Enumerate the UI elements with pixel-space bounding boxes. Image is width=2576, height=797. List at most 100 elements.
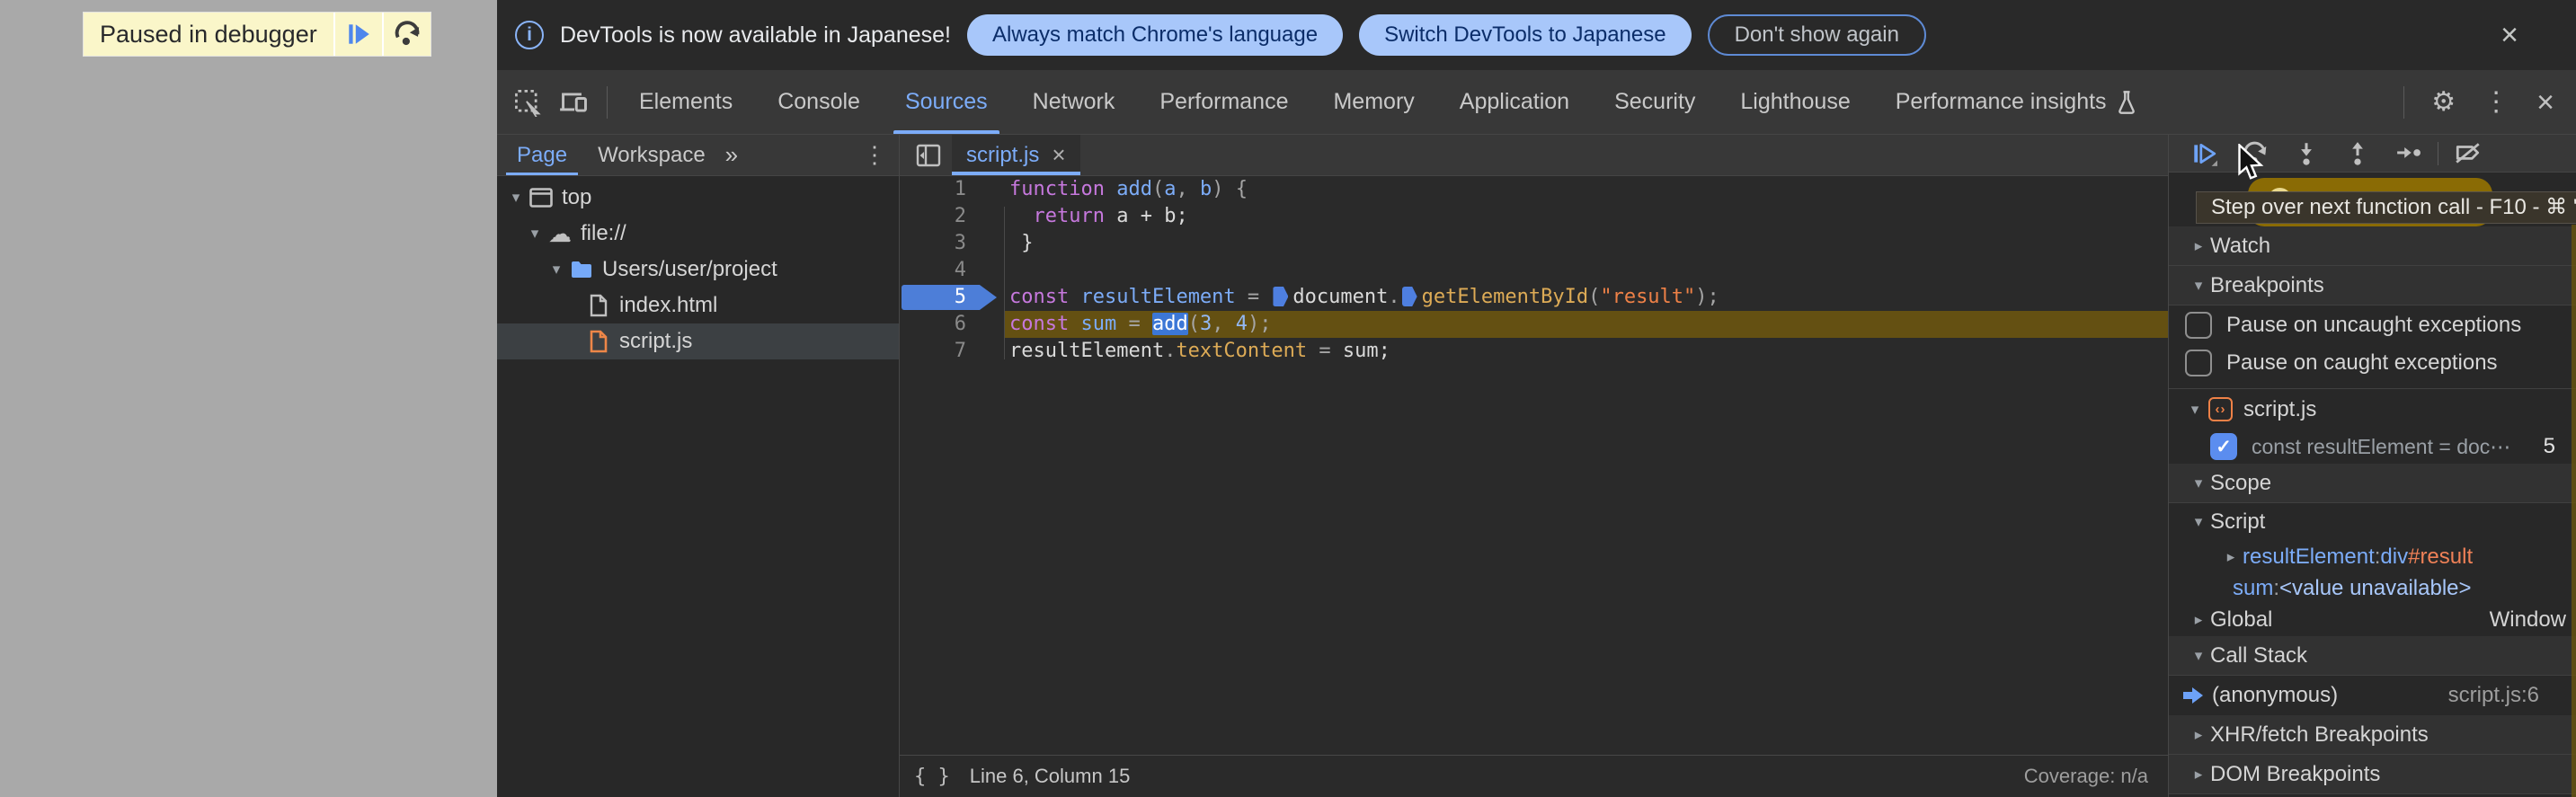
code-line[interactable] — [1004, 257, 2168, 284]
step-over-icon — [395, 21, 420, 46]
file-tree: ▾ top ▾ ☁ file:// ▾ Users/user/project i… — [497, 176, 899, 797]
expand-arrow-icon[interactable]: ▾ — [523, 225, 546, 243]
frame-location: script.js:6 — [2447, 683, 2539, 707]
navigator-tab-workspace[interactable]: Workspace — [587, 135, 716, 175]
code-line[interactable]: return a + b; — [1004, 203, 2168, 230]
deactivate-breakpoints-button[interactable] — [2442, 135, 2493, 173]
more-options-kebab-icon[interactable]: ⋮ — [2483, 88, 2509, 116]
section-scope[interactable]: ▾ Scope — [2169, 464, 2576, 503]
pause-caught-exceptions-row[interactable]: Pause on caught exceptions — [2169, 345, 2576, 381]
chevron-down-icon[interactable]: ▾ — [2183, 401, 2207, 419]
chevron-down-icon[interactable]: ▾ — [2187, 647, 2210, 665]
tab-application[interactable]: Application — [1437, 70, 1592, 134]
chevron-right-icon[interactable]: ▸ — [2187, 766, 2210, 784]
frame-icon — [528, 186, 555, 209]
section-dom-breakpoints[interactable]: ▸ DOM Breakpoints — [2169, 755, 2576, 794]
scope-script-row[interactable]: ▾ Script — [2169, 503, 2576, 541]
switch-devtools-japanese-button[interactable]: Switch DevTools to Japanese — [1359, 14, 1692, 56]
breakpoint-group-script-js[interactable]: ▾ ‹› script.js — [2169, 388, 2576, 429]
chevron-right-icon[interactable]: ▸ — [2187, 726, 2210, 744]
code-lines[interactable]: function add(a, b) { return a + b; } cons… — [1004, 176, 2168, 755]
tab-lighthouse[interactable]: Lighthouse — [1718, 70, 1872, 134]
navigator-kebab-icon[interactable]: ⋮ — [863, 141, 886, 169]
sources-panel: Page Workspace » ⋮ ▾ top ▾ ☁ file:// ▾ U… — [497, 135, 2576, 797]
section-watch[interactable]: ▸ Watch — [2169, 226, 2576, 266]
devtools-close-icon[interactable]: × — [2536, 87, 2554, 118]
step-button[interactable] — [2383, 135, 2434, 173]
inline-breakpoint-icon[interactable] — [1273, 287, 1289, 306]
more-tabs-chevron[interactable]: » — [716, 135, 747, 175]
tab-performance[interactable]: Performance — [1137, 70, 1310, 134]
tab-console[interactable]: Console — [755, 70, 883, 134]
always-match-language-button[interactable]: Always match Chrome's language — [966, 14, 1344, 56]
breakpoint-entry[interactable]: ✓ const resultElement = doc⋯ 5 — [2169, 429, 2576, 464]
section-call-stack[interactable]: ▾ Call Stack — [2169, 636, 2576, 676]
line-number[interactable]: 7 — [900, 338, 1004, 365]
code-line[interactable]: } — [1004, 230, 2168, 257]
line-number[interactable]: 2 — [900, 203, 1004, 230]
section-breakpoints[interactable]: ▾ Breakpoints — [2169, 266, 2576, 306]
toggle-device-toolbar-button[interactable] — [551, 70, 598, 134]
pretty-print-icon[interactable]: { } — [914, 766, 950, 788]
editor-tab-script-js[interactable]: script.js × — [952, 135, 1080, 175]
toggle-navigator-sidebar-icon[interactable] — [916, 135, 943, 175]
tree-item-index-html[interactable]: index.html — [497, 288, 899, 323]
step-over-banner-button[interactable] — [383, 13, 431, 56]
step-out-button[interactable] — [2332, 135, 2383, 173]
tab-elements[interactable]: Elements — [617, 70, 755, 134]
chevron-right-icon[interactable]: ▸ — [2187, 611, 2210, 629]
line-number[interactable]: 5 — [900, 284, 1004, 311]
tab-sources[interactable]: Sources — [883, 70, 1010, 134]
navigator-tab-page[interactable]: Page — [506, 135, 579, 175]
line-number[interactable]: 1 — [900, 176, 1004, 203]
tree-item-top[interactable]: ▾ top — [497, 180, 899, 216]
breakpoint-code-snippet: const resultElement = doc⋯ — [2252, 434, 2511, 458]
tab-memory[interactable]: Memory — [1310, 70, 1436, 134]
scope-var-resultelement[interactable]: ▸ resultElement: div #result — [2169, 541, 2576, 573]
tree-item-label: file:// — [581, 221, 626, 245]
tree-item-script-js[interactable]: script.js — [497, 323, 899, 359]
code-line[interactable]: const sum = add(3, 4); — [1004, 311, 2168, 338]
settings-gear-icon[interactable]: ⚙ — [2431, 88, 2456, 116]
step-into-button[interactable] — [2280, 135, 2332, 173]
call-stack-frame[interactable]: (anonymous) script.js:6 — [2169, 676, 2576, 715]
pause-uncaught-checkbox[interactable] — [2185, 312, 2212, 339]
inspect-element-button[interactable] — [504, 70, 551, 134]
tab-close-icon[interactable]: × — [1052, 141, 1065, 169]
code-editor[interactable]: 1234567 function add(a, b) { return a + … — [900, 176, 2168, 755]
inline-breakpoint-icon[interactable] — [1401, 287, 1417, 306]
breakpoint-marker[interactable] — [902, 285, 997, 310]
editor-statusbar: { } Line 6, Column 15 Coverage: n/a — [900, 755, 2168, 797]
infobar-close-icon[interactable]: × — [2500, 20, 2518, 50]
tab-network[interactable]: Network — [1010, 70, 1138, 134]
line-number[interactable]: 4 — [900, 257, 1004, 284]
expand-arrow-icon[interactable]: ▾ — [504, 189, 528, 207]
resume-script-execution-button[interactable] — [2178, 135, 2229, 173]
tree-item-file-protocol[interactable]: ▾ ☁ file:// — [497, 216, 899, 252]
chevron-right-icon[interactable]: ▸ — [2219, 548, 2243, 566]
expand-arrow-icon[interactable]: ▾ — [545, 261, 568, 279]
tree-item-project-folder[interactable]: ▾ Users/user/project — [497, 252, 899, 288]
chevron-down-icon[interactable]: ▾ — [2187, 474, 2210, 492]
resume-script-button[interactable] — [334, 13, 382, 56]
tab-security[interactable]: Security — [1592, 70, 1718, 134]
dont-show-again-button[interactable]: Don't show again — [1707, 14, 1926, 56]
line-number-gutter[interactable]: 1234567 — [900, 176, 1004, 755]
coverage-label: Coverage: n/a — [2023, 765, 2148, 787]
tree-item-label: index.html — [619, 293, 718, 317]
breakpoint-enabled-checkbox[interactable]: ✓ — [2210, 433, 2237, 460]
code-line[interactable]: const resultElement = document. getElemen… — [1004, 284, 2168, 311]
chevron-right-icon[interactable]: ▸ — [2187, 237, 2210, 255]
code-line[interactable]: resultElement.textContent = sum; — [1004, 338, 2168, 365]
chevron-down-icon[interactable]: ▾ — [2187, 513, 2210, 531]
line-number[interactable]: 6 — [900, 311, 1004, 338]
pause-caught-checkbox[interactable] — [2185, 350, 2212, 376]
section-xhr-breakpoints[interactable]: ▸ XHR/fetch Breakpoints — [2169, 715, 2576, 755]
line-number[interactable]: 3 — [900, 230, 1004, 257]
tab-performance-insights[interactable]: Performance insights — [1873, 70, 2160, 134]
scope-global-row[interactable]: ▸ Global Window — [2169, 604, 2576, 636]
pause-uncaught-exceptions-row[interactable]: Pause on uncaught exceptions — [2169, 306, 2576, 345]
code-line[interactable]: function add(a, b) { — [1004, 176, 2168, 203]
scope-var-sum[interactable]: sum: <value unavailable> — [2169, 573, 2576, 604]
chevron-down-icon[interactable]: ▾ — [2187, 277, 2210, 295]
